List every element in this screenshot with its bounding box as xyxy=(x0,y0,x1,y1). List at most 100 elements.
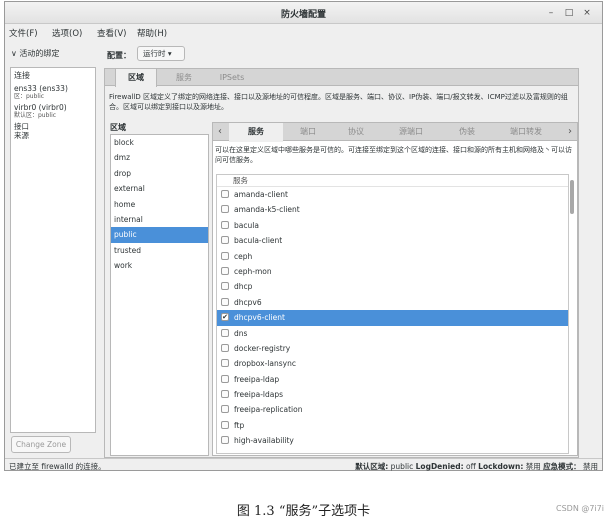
connection-status: 已建立至 firewalld 的连接。 xyxy=(9,462,106,471)
checkbox[interactable] xyxy=(221,374,229,383)
watermark: CSDN @7i7i xyxy=(556,504,604,513)
tab-ipsets[interactable]: IPSets xyxy=(209,69,255,86)
checkbox[interactable] xyxy=(221,236,229,245)
status-bar: 已建立至 firewalld 的连接。 默认区域: public LogDeni… xyxy=(5,458,602,472)
zone-item[interactable]: work xyxy=(111,258,208,273)
menu-file[interactable]: 文件(F) xyxy=(9,27,38,39)
lockdown-value: 禁用 xyxy=(525,462,541,471)
service-name: docker-registry xyxy=(234,343,291,353)
service-row[interactable]: ftp xyxy=(217,418,568,433)
subtab-source-ports[interactable]: 源端口 xyxy=(383,123,439,141)
checkbox[interactable] xyxy=(221,220,229,229)
subtab-services[interactable]: 服务 xyxy=(229,123,283,142)
checkbox[interactable] xyxy=(221,282,229,291)
scrollbar-thumb[interactable] xyxy=(570,180,574,214)
service-row[interactable]: docker-registry xyxy=(217,341,568,356)
connection-name[interactable]: ens33 (ens33) xyxy=(14,84,92,93)
checkbox[interactable] xyxy=(221,266,229,275)
zone-item-selected[interactable]: public xyxy=(111,227,208,243)
chevron-right-icon[interactable]: › xyxy=(563,123,577,141)
service-row[interactable]: bacula-client xyxy=(217,233,568,248)
zone-item[interactable]: block xyxy=(111,135,208,150)
title-bar: 防火墙配置 – □ × xyxy=(5,2,602,24)
service-row[interactable]: high-availability xyxy=(217,433,568,448)
service-row[interactable]: bacula xyxy=(217,218,568,233)
menu-help[interactable]: 帮助(H) xyxy=(137,27,167,39)
zone-item[interactable]: dmz xyxy=(111,150,208,165)
minimize-button[interactable]: – xyxy=(545,7,557,19)
log-denied-value: off xyxy=(466,462,476,471)
menu-options[interactable]: 选项(O) xyxy=(52,27,82,39)
service-name: dhcpv6-client xyxy=(234,313,285,323)
service-name: freeipa-replication xyxy=(234,405,303,415)
checkbox[interactable] xyxy=(221,359,229,368)
services-column-header[interactable]: 服务 xyxy=(217,175,568,187)
service-name: freeipa-ldaps xyxy=(234,390,284,400)
sources-section: 来源 xyxy=(14,131,29,140)
zone-description: FirewallD 区域定义了绑定的网络连接、接口以及源地址的可信程度。区域是服… xyxy=(109,93,568,111)
checkbox[interactable] xyxy=(221,405,229,414)
service-name: freeipa-ldap xyxy=(234,374,280,384)
zone-item[interactable]: home xyxy=(111,197,208,212)
chevron-left-icon[interactable]: ‹ xyxy=(213,123,227,141)
service-name: ftp xyxy=(234,420,245,430)
subtab-masquerade[interactable]: 伪装 xyxy=(445,123,489,141)
service-row[interactable]: dhcp xyxy=(217,279,568,294)
checkbox[interactable] xyxy=(221,420,229,429)
service-row[interactable]: freeipa-replication xyxy=(217,402,568,417)
default-zone-label: 默认区域: xyxy=(355,462,389,471)
connection-zone: 默认区：public xyxy=(14,112,57,119)
checkbox[interactable] xyxy=(221,297,229,306)
figure-caption: 图 1.3 “服务”子选项卡 xyxy=(236,504,371,519)
close-button[interactable]: × xyxy=(581,7,593,19)
service-row[interactable]: dropbox-lansync xyxy=(217,356,568,371)
checkbox[interactable] xyxy=(221,205,229,214)
service-name: bacula xyxy=(234,220,259,230)
service-name: high-availability xyxy=(234,436,294,446)
service-row-selected[interactable]: ✔ dhcpv6-client xyxy=(217,310,568,326)
service-row[interactable]: ceph xyxy=(217,249,568,264)
checkbox[interactable] xyxy=(221,190,229,198)
zone-item[interactable]: drop xyxy=(111,166,208,181)
service-row[interactable]: freeipa-ldaps xyxy=(217,387,568,402)
main-panel: 区域 服务 IPSets FirewallD 区域定义了绑定的网络连接、接口以及… xyxy=(104,68,579,458)
checkbox[interactable] xyxy=(221,390,229,399)
interfaces-section: 接口 xyxy=(14,122,29,131)
connection-zone: 区：public xyxy=(14,93,45,100)
maximize-button[interactable]: □ xyxy=(563,7,575,19)
checkbox-checked[interactable]: ✔ xyxy=(221,313,229,322)
panic-mode-value: 禁用 xyxy=(583,462,598,471)
change-zone-button[interactable]: Change Zone xyxy=(11,436,71,453)
services-scrollbar[interactable] xyxy=(569,174,575,454)
checkbox[interactable] xyxy=(221,343,229,352)
connection-name[interactable]: virbr0 (virbr0) xyxy=(14,103,92,112)
service-row[interactable]: ceph-mon xyxy=(217,264,568,279)
checkbox[interactable] xyxy=(221,328,229,337)
lockdown-label: Lockdown: xyxy=(478,462,524,471)
service-name: ceph xyxy=(234,251,253,261)
zone-item[interactable]: external xyxy=(111,181,208,196)
checkbox[interactable] xyxy=(221,436,229,445)
tab-zones[interactable]: 区域 xyxy=(115,69,157,87)
tab-services[interactable]: 服务 xyxy=(163,69,205,86)
services-description: 可以在这里定义区域中哪些服务是可信的。可连接至绑定到这个区域的连接、接口和源的所… xyxy=(215,146,572,164)
subtab-port-forwarding[interactable]: 端口转发 xyxy=(495,123,557,141)
service-row[interactable]: freeipa-ldap xyxy=(217,372,568,387)
service-row[interactable]: dhcpv6 xyxy=(217,295,568,310)
zone-item[interactable]: trusted xyxy=(111,243,208,258)
service-tabs: ‹ 服务 端口 协议 源端口 伪装 端口转发 › xyxy=(213,123,577,142)
subtab-ports[interactable]: 端口 xyxy=(285,123,331,141)
config-dropdown[interactable]: 运行时 ▾ xyxy=(137,46,185,61)
active-bindings-toggle[interactable]: ∨ 活动的绑定 xyxy=(11,48,59,59)
service-name: ceph-mon xyxy=(234,266,272,276)
menu-view[interactable]: 查看(V) xyxy=(97,27,126,39)
service-row[interactable]: amanda-k5-client xyxy=(217,202,568,217)
zone-item[interactable]: internal xyxy=(111,212,208,227)
service-name: dhcpv6 xyxy=(234,297,262,307)
window-title: 防火墙配置 xyxy=(280,10,326,20)
service-row[interactable]: amanda-client xyxy=(217,187,568,202)
subtab-protocols[interactable]: 协议 xyxy=(333,123,379,141)
service-name: amanda-client xyxy=(234,190,288,199)
checkbox[interactable] xyxy=(221,251,229,260)
service-row[interactable]: dns xyxy=(217,326,568,341)
